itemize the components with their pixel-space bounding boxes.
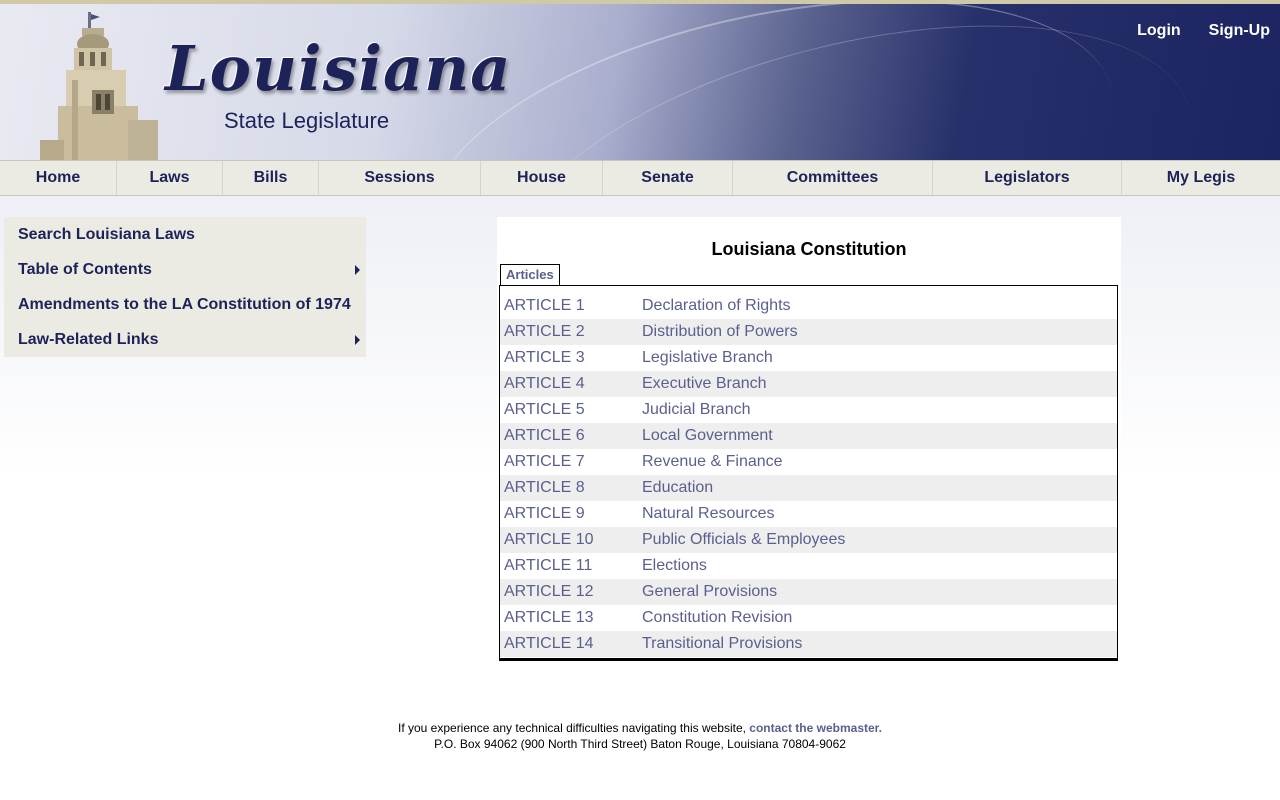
article-title-link[interactable]: Judicial Branch [642, 401, 751, 419]
article-number-link[interactable]: ARTICLE 1 [500, 297, 642, 315]
nav-sessions[interactable]: Sessions [319, 161, 481, 195]
article-number-link[interactable]: ARTICLE 9 [500, 505, 642, 523]
article-title-link[interactable]: Public Officials & Employees [642, 531, 845, 549]
site-footer: If you experience any technical difficul… [0, 720, 1280, 752]
table-row: ARTICLE 12 General Provisions [500, 579, 1117, 605]
sidebar-item-label: Table of Contents [18, 260, 152, 278]
footer-help-line: If you experience any technical difficul… [0, 720, 1280, 736]
nav-home[interactable]: Home [0, 161, 117, 195]
sidebar-item-label: Amendments to the LA Constitution of 197… [18, 295, 351, 313]
logo-title[interactable]: Louisiana [165, 32, 511, 105]
article-number-link[interactable]: ARTICLE 11 [500, 557, 642, 575]
sidebar-item-search-laws[interactable]: Search Louisiana Laws [4, 217, 366, 252]
articles-table: ARTICLE 1 Declaration of Rights ARTICLE … [499, 285, 1118, 661]
submenu-arrow-icon [355, 334, 360, 345]
auth-links: Login Sign-Up [1137, 22, 1270, 40]
article-number-link[interactable]: ARTICLE 4 [500, 375, 642, 393]
table-row: ARTICLE 11 Elections [500, 553, 1117, 579]
page-title: Louisiana Constitution [711, 239, 907, 259]
article-title-link[interactable]: Executive Branch [642, 375, 767, 393]
nav-laws[interactable]: Laws [117, 161, 223, 195]
nav-legislators[interactable]: Legislators [933, 161, 1122, 195]
article-number-link[interactable]: ARTICLE 13 [500, 609, 642, 627]
table-row: ARTICLE 7 Revenue & Finance [500, 449, 1117, 475]
nav-my-legis[interactable]: My Legis [1122, 161, 1280, 195]
article-title-link[interactable]: Declaration of Rights [642, 297, 791, 315]
table-row: ARTICLE 9 Natural Resources [500, 501, 1117, 527]
article-title-link[interactable]: Transitional Provisions [642, 635, 802, 653]
nav-house[interactable]: House [481, 161, 603, 195]
nav-committees[interactable]: Committees [733, 161, 933, 195]
contact-webmaster-link[interactable]: contact the webmaster. [749, 721, 882, 735]
submenu-arrow-icon [355, 264, 360, 275]
article-title-link[interactable]: Local Government [642, 427, 773, 445]
article-number-link[interactable]: ARTICLE 14 [500, 635, 642, 653]
signup-link[interactable]: Sign-Up [1209, 22, 1270, 40]
article-number-link[interactable]: ARTICLE 3 [500, 349, 642, 367]
footer-help-text: If you experience any technical difficul… [397, 721, 750, 735]
article-title-link[interactable]: Legislative Branch [642, 349, 773, 367]
sidebar-item-law-related-links[interactable]: Law-Related Links [4, 322, 366, 357]
article-title-link[interactable]: Constitution Revision [642, 609, 792, 627]
table-row: ARTICLE 2 Distribution of Powers [500, 319, 1117, 345]
article-title-link[interactable]: Revenue & Finance [642, 453, 783, 471]
table-row: ARTICLE 6 Local Government [500, 423, 1117, 449]
table-row: ARTICLE 8 Education [500, 475, 1117, 501]
logo-subtitle[interactable]: State Legislature [224, 108, 389, 134]
table-row: ARTICLE 3 Legislative Branch [500, 345, 1117, 371]
article-number-link[interactable]: ARTICLE 8 [500, 479, 642, 497]
sidebar-item-label: Search Louisiana Laws [18, 225, 195, 243]
table-row: ARTICLE 10 Public Officials & Employees [500, 527, 1117, 553]
capitol-building-icon [40, 12, 158, 160]
article-title-link[interactable]: General Provisions [642, 583, 777, 601]
constitution-panel: Louisiana Constitution Articles ARTICLE … [497, 217, 1121, 663]
article-title-link[interactable]: Elections [642, 557, 707, 575]
article-number-link[interactable]: ARTICLE 6 [500, 427, 642, 445]
tab-articles[interactable]: Articles [500, 264, 560, 285]
table-row: ARTICLE 4 Executive Branch [500, 371, 1117, 397]
article-number-link[interactable]: ARTICLE 5 [500, 401, 642, 419]
article-number-link[interactable]: ARTICLE 10 [500, 531, 642, 549]
nav-senate[interactable]: Senate [603, 161, 733, 195]
sidebar-item-table-of-contents[interactable]: Table of Contents [4, 252, 366, 287]
sidebar-menu: Search Louisiana Laws Table of Contents … [4, 217, 366, 357]
article-title-link[interactable]: Natural Resources [642, 505, 775, 523]
main-nav: Home Laws Bills Sessions House Senate Co… [0, 160, 1280, 196]
sidebar-item-amendments[interactable]: Amendments to the LA Constitution of 197… [4, 287, 366, 322]
table-row: ARTICLE 13 Constitution Revision [500, 605, 1117, 631]
site-header: Louisiana State Legislature Login Sign-U… [0, 0, 1280, 160]
article-number-link[interactable]: ARTICLE 7 [500, 453, 642, 471]
footer-address: P.O. Box 94062 (900 North Third Street) … [434, 737, 846, 751]
login-link[interactable]: Login [1137, 22, 1181, 40]
article-number-link[interactable]: ARTICLE 2 [500, 323, 642, 341]
sidebar-item-label: Law-Related Links [18, 330, 159, 348]
article-title-link[interactable]: Distribution of Powers [642, 323, 798, 341]
table-row: ARTICLE 1 Declaration of Rights [500, 293, 1117, 319]
table-row: ARTICLE 5 Judicial Branch [500, 397, 1117, 423]
article-number-link[interactable]: ARTICLE 12 [500, 583, 642, 601]
article-title-link[interactable]: Education [642, 479, 713, 497]
table-row: ARTICLE 14 Transitional Provisions [500, 631, 1117, 657]
nav-bills[interactable]: Bills [223, 161, 319, 195]
